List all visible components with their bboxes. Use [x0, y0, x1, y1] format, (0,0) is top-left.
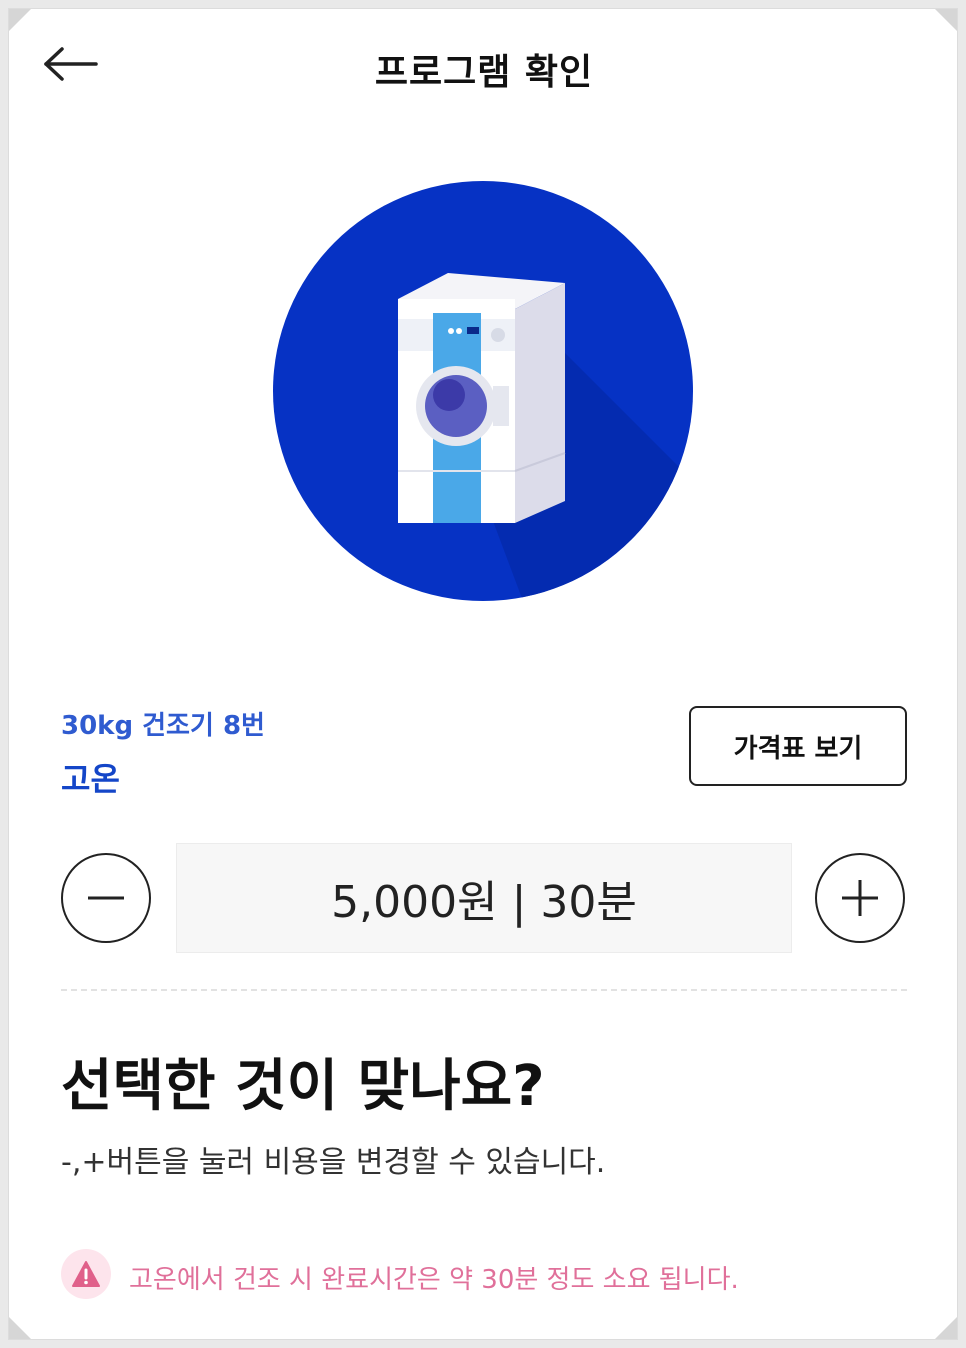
page-title: 프로그램 확인: [374, 52, 594, 93]
hero-illustration: [273, 181, 693, 601]
corner-decoration: [935, 1317, 957, 1339]
price-time-display: 5,000원 | 30분: [176, 843, 792, 953]
corner-decoration: [935, 9, 957, 31]
change-hint: -,+버튼을 눌러 비용을 변경할 수 있습니다.: [61, 1145, 606, 1180]
notice-text: 고온에서 건조 시 완료시간은 약 30분 정도 소요 됩니다.: [129, 1265, 739, 1295]
dashed-divider: [61, 989, 907, 991]
machine-name: 30kg 건조기 8번: [61, 711, 265, 741]
corner-decoration: [9, 1317, 31, 1339]
warning-icon: [61, 1249, 111, 1299]
plus-button[interactable]: [815, 853, 905, 943]
minus-icon: [88, 896, 124, 900]
program-mode: 고온: [61, 760, 120, 798]
corner-decoration: [9, 9, 31, 31]
app-frame: 프로그램 확인 30kg 건조기 8번 고온 가격표 보기 5,000원 | 3…: [8, 8, 958, 1340]
price-table-button[interactable]: 가격표 보기: [689, 706, 907, 786]
confirm-question: 선택한 것이 맞나요?: [61, 1054, 545, 1119]
dryer-machine-icon: [398, 273, 693, 601]
minus-button[interactable]: [61, 853, 151, 943]
plus-icon: [842, 880, 878, 916]
price-time-value: 5,000원 | 30분: [331, 877, 637, 928]
